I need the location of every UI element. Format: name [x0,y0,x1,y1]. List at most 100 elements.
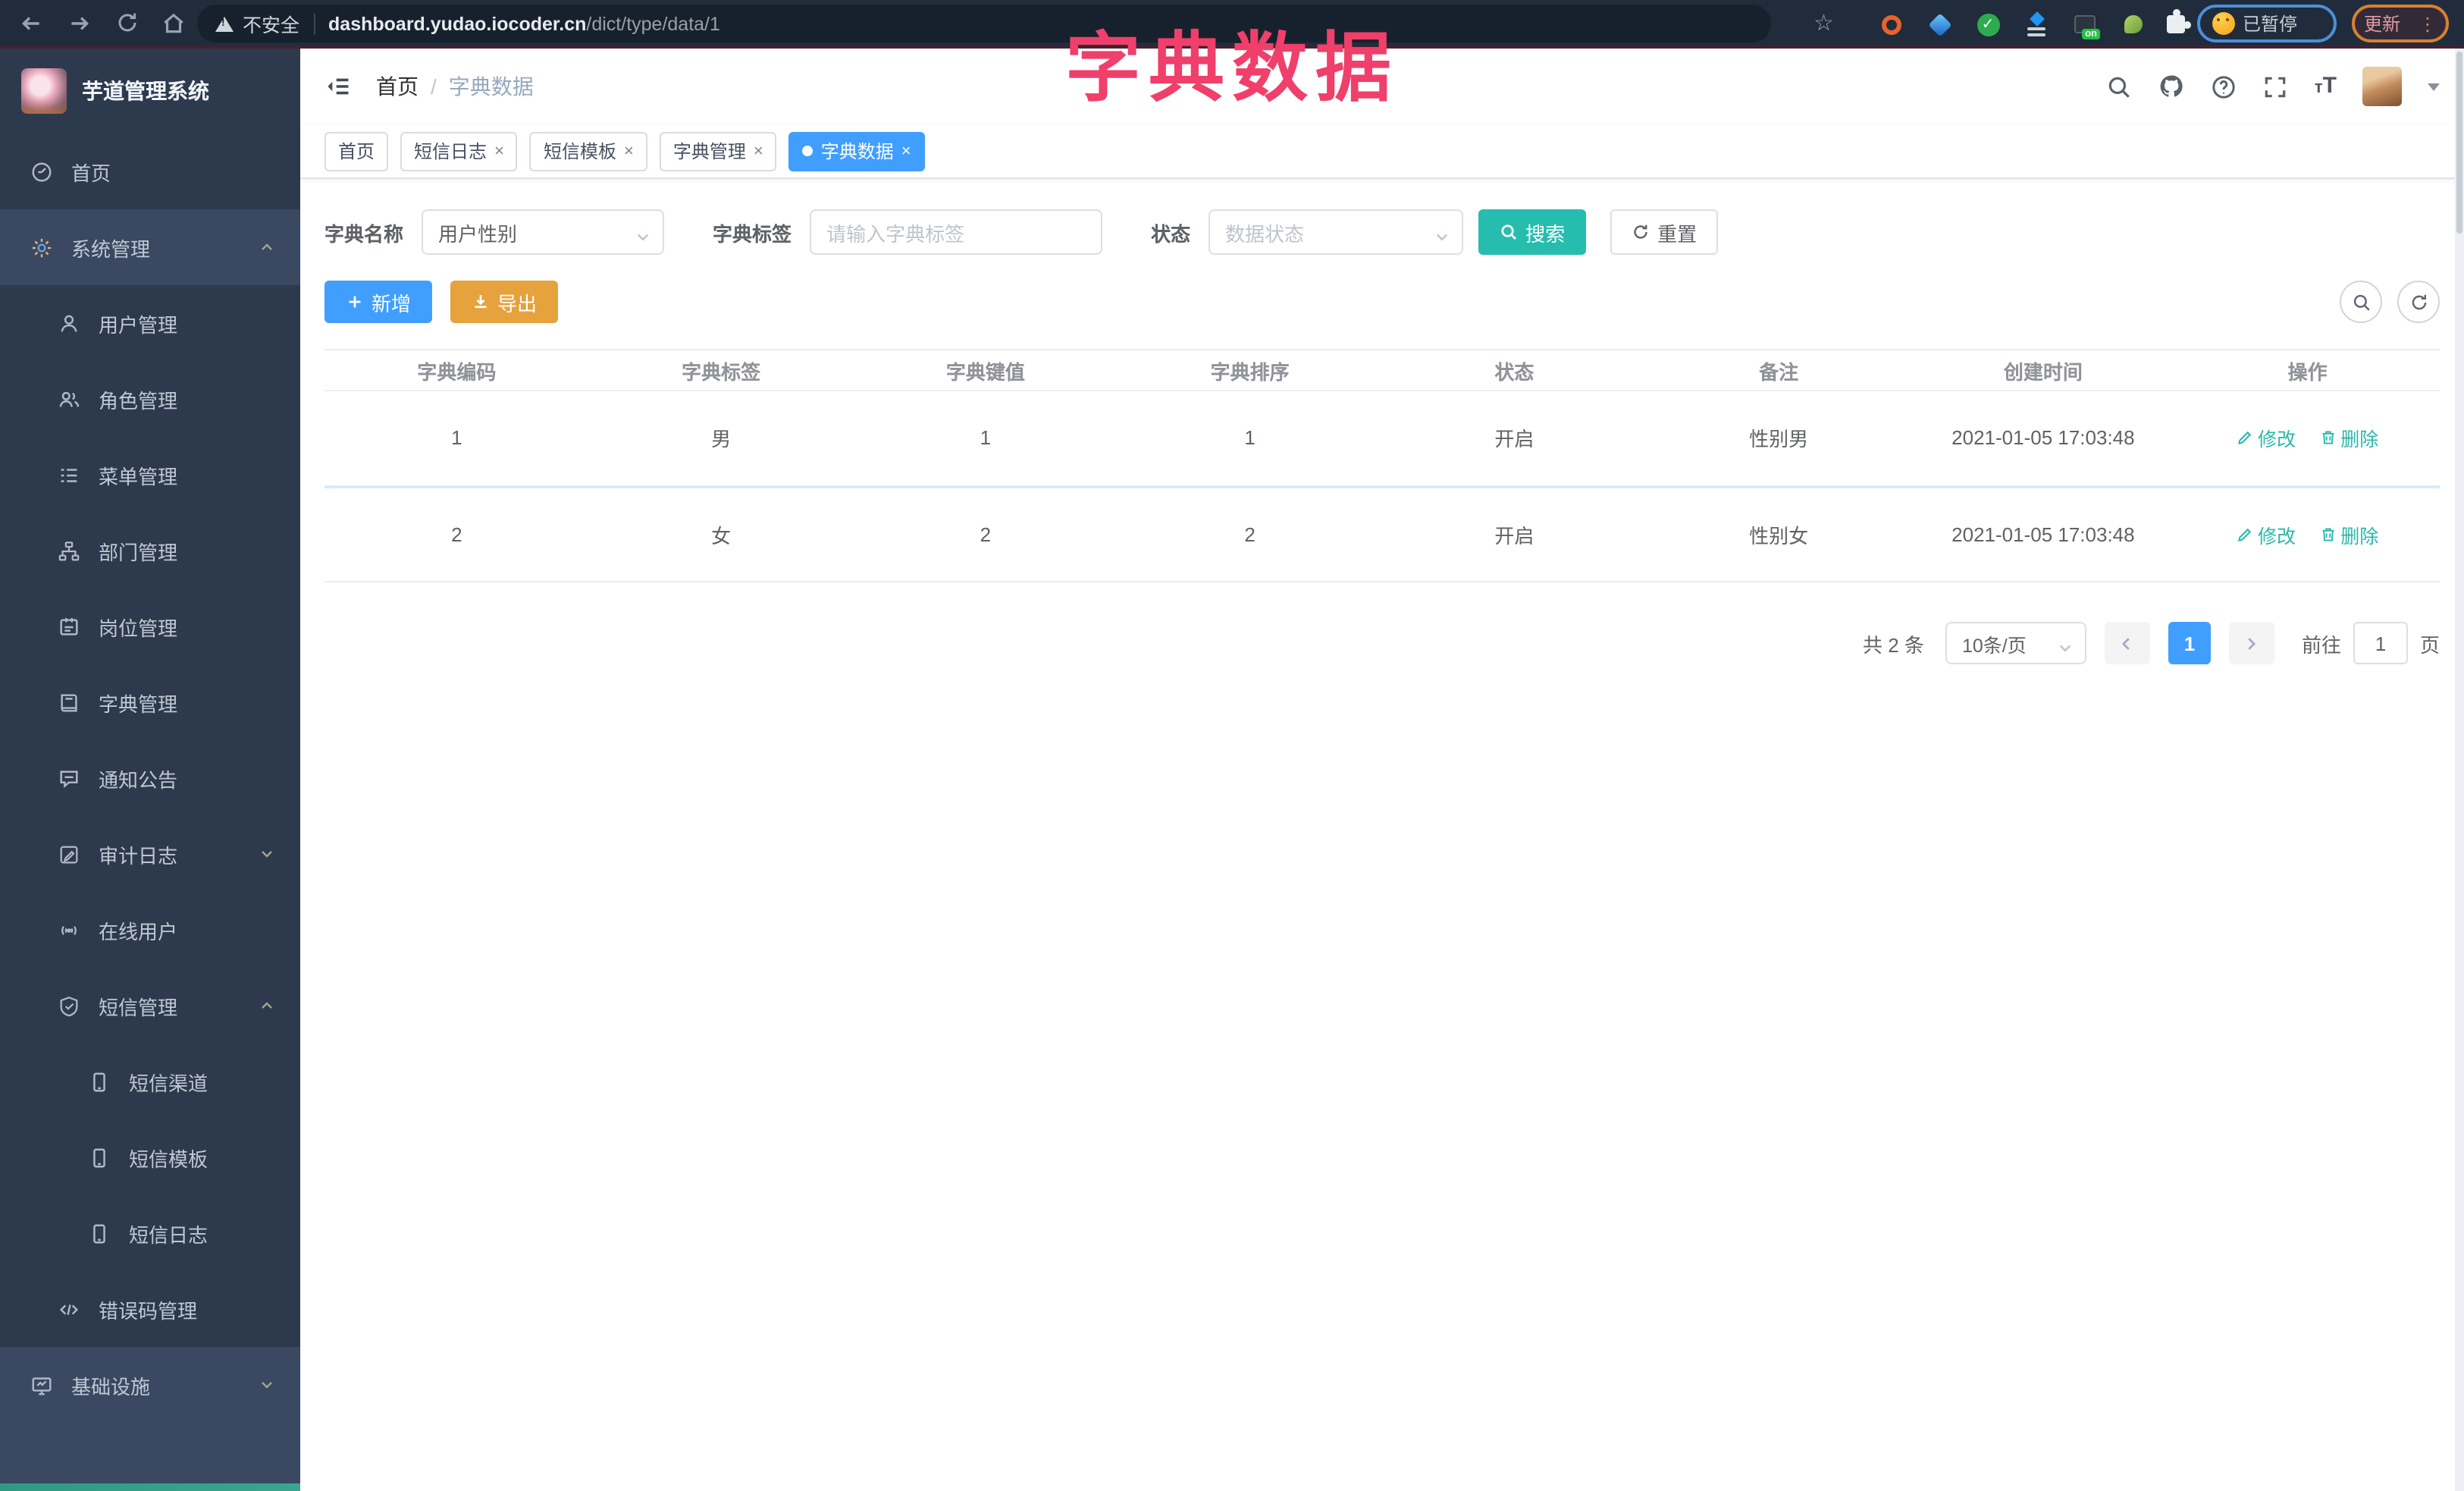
browser-home-button[interactable] [161,0,187,46]
sidebar-item-menu-management[interactable]: 菜单管理 [0,437,300,513]
cell-dict-code: 1 [324,391,589,488]
sidebar-item-notice-announcement[interactable]: 通知公告 [0,740,300,816]
next-page-button[interactable] [2228,622,2274,664]
chrome-update-button[interactable]: 更新 ⋮ [2352,5,2449,42]
app-logo-row[interactable]: 芋道管理系统 [0,49,300,133]
sidebar-item-error-code-management[interactable]: 错误码管理 [0,1271,300,1347]
reset-button[interactable]: 重置 [1610,209,1719,255]
user-avatar[interactable] [2362,67,2402,106]
sidebar-item-system-management[interactable]: 系统管理 [0,209,300,285]
breadcrumb-home[interactable]: 首页 [376,71,419,102]
search-button-label: 搜索 [1525,222,1566,245]
tab-label: 字典管理 [672,141,746,162]
sidebar-item-role-management[interactable]: 角色管理 [0,361,300,437]
security-label: 不安全 [243,15,300,36]
sidebar-item-department-management[interactable]: 部门管理 [0,513,300,589]
close-icon[interactable]: × [624,142,634,160]
bookmark-star-icon[interactable]: ☆ [1814,9,1834,36]
insecure-warning-icon [215,16,234,31]
scrollbar-thumb[interactable] [2456,52,2462,234]
font-size-icon[interactable]: тT [2315,73,2337,100]
delete-link[interactable]: 删除 [2319,424,2378,453]
sidebar-item-label: 错误码管理 [99,1299,198,1322]
dict-name-select[interactable]: 用户性别 [422,209,665,255]
extension-switch-icon[interactable]: on [2071,11,2100,39]
code-icon [58,1298,80,1320]
reset-button-label: 重置 [1657,222,1698,245]
sidebar-item-label: 审计日志 [99,844,178,867]
avatar-caret-icon[interactable] [2428,83,2440,90]
sidebar-item-sms-channel[interactable]: 短信渠道 [0,1044,300,1119]
sidebar-item-label: 通知公告 [99,768,178,791]
cell-dict-sort: 2 [1118,486,1382,582]
users-icon [58,388,80,410]
dict-tag-label: 字典标签 [713,222,792,245]
github-icon[interactable] [2158,73,2186,100]
home-icon [164,12,183,33]
extension-sliders-icon[interactable] [2023,11,2050,38]
cell-dict-label: 女 [588,486,854,582]
goto-page-input[interactable]: 1 [2353,622,2408,664]
browser-forward-button[interactable] [67,0,92,46]
sidebar-item-label: 菜单管理 [99,465,178,488]
sidebar-item-sms-log[interactable]: 短信日志 [0,1195,300,1271]
page-size-select[interactable]: 10条/页 [1945,622,2086,664]
current-page[interactable]: 1 [2168,622,2211,664]
extension-blue-gem-icon[interactable] [1926,11,1953,38]
search-icon [1501,224,1517,240]
prev-page-button[interactable] [2104,622,2150,664]
sidebar-item-sms-template[interactable]: 短信模板 [0,1119,300,1195]
add-button[interactable]: 新增 [324,281,433,323]
extension-orange-ring-icon[interactable] [1877,11,1904,38]
edit-link[interactable]: 修改 [2237,424,2296,453]
close-icon[interactable]: × [901,142,911,160]
help-icon[interactable] [2212,74,2237,99]
sidebar-item-label: 字典管理 [99,692,178,715]
sidebar-item-post-management[interactable]: 岗位管理 [0,589,300,664]
sidebar-item-sms-management[interactable]: 短信管理 [0,968,300,1044]
tab-dict-data[interactable]: 字典数据 × [788,131,925,171]
close-icon[interactable]: × [494,142,504,160]
dict-tag-input[interactable]: 请输入字典标签 [810,209,1103,255]
sidebar-item-infrastructure[interactable]: 基础设施 [0,1347,300,1423]
refresh-icon [1634,224,1647,239]
delete-link[interactable]: 删除 [2319,520,2378,549]
sidebar-item-dict-management[interactable]: 字典管理 [0,664,300,740]
sidebar-item-home[interactable]: 首页 [0,133,300,209]
tab-sms-template[interactable]: 短信模板 × [529,131,647,171]
sidebar-item-online-users[interactable]: 在线用户 [0,892,300,968]
tab-home[interactable]: 首页 [324,131,389,171]
address-bar[interactable]: 不安全 dashboard.yudao.iocoder.cn/dict/type… [197,5,1771,42]
tab-dict-management[interactable]: 字典管理 × [659,131,777,171]
close-icon[interactable]: × [754,142,763,160]
sidebar-item-audit-log[interactable]: 审计日志 [0,816,300,892]
cell-dict-code: 2 [324,486,589,582]
export-button-label: 导出 [497,292,538,315]
browser-reload-button[interactable] [115,0,140,46]
shield-check-icon [58,994,80,1017]
sidebar-item-user-management[interactable]: 用户管理 [0,285,300,361]
phone-icon [88,1146,111,1169]
sidebar-item-label: 系统管理 [71,237,151,260]
url-path: /dict/type/data/1 [586,13,720,34]
status-select[interactable]: 数据状态 [1208,209,1464,255]
forward-icon [71,16,89,30]
browser-menu-kebab-icon[interactable]: ⋮ [2419,14,2437,33]
hide-search-button[interactable] [2340,281,2382,323]
tab-label: 字典数据 [820,141,894,162]
extension-green-leaf-icon[interactable] [2120,11,2147,38]
edit-link[interactable]: 修改 [2237,520,2296,549]
collapse-sidebar-icon[interactable] [324,73,352,100]
browser-back-button[interactable] [18,0,44,46]
profile-paused-chip[interactable]: 已暂停 [2197,5,2337,42]
search-button[interactable]: 搜索 [1478,209,1587,255]
extensions-puzzle-icon[interactable] [2162,9,2191,38]
fullscreen-icon[interactable] [2263,74,2289,99]
dictionary-icon [58,691,80,714]
tab-sms-log[interactable]: 短信日志 × [400,131,518,171]
page-scrollbar[interactable] [2455,49,2464,1491]
refresh-table-button[interactable] [2397,281,2440,323]
extension-green-check-icon[interactable]: ✓ [1974,11,2002,38]
export-button[interactable]: 导出 [450,281,559,323]
search-icon[interactable] [2107,74,2133,99]
